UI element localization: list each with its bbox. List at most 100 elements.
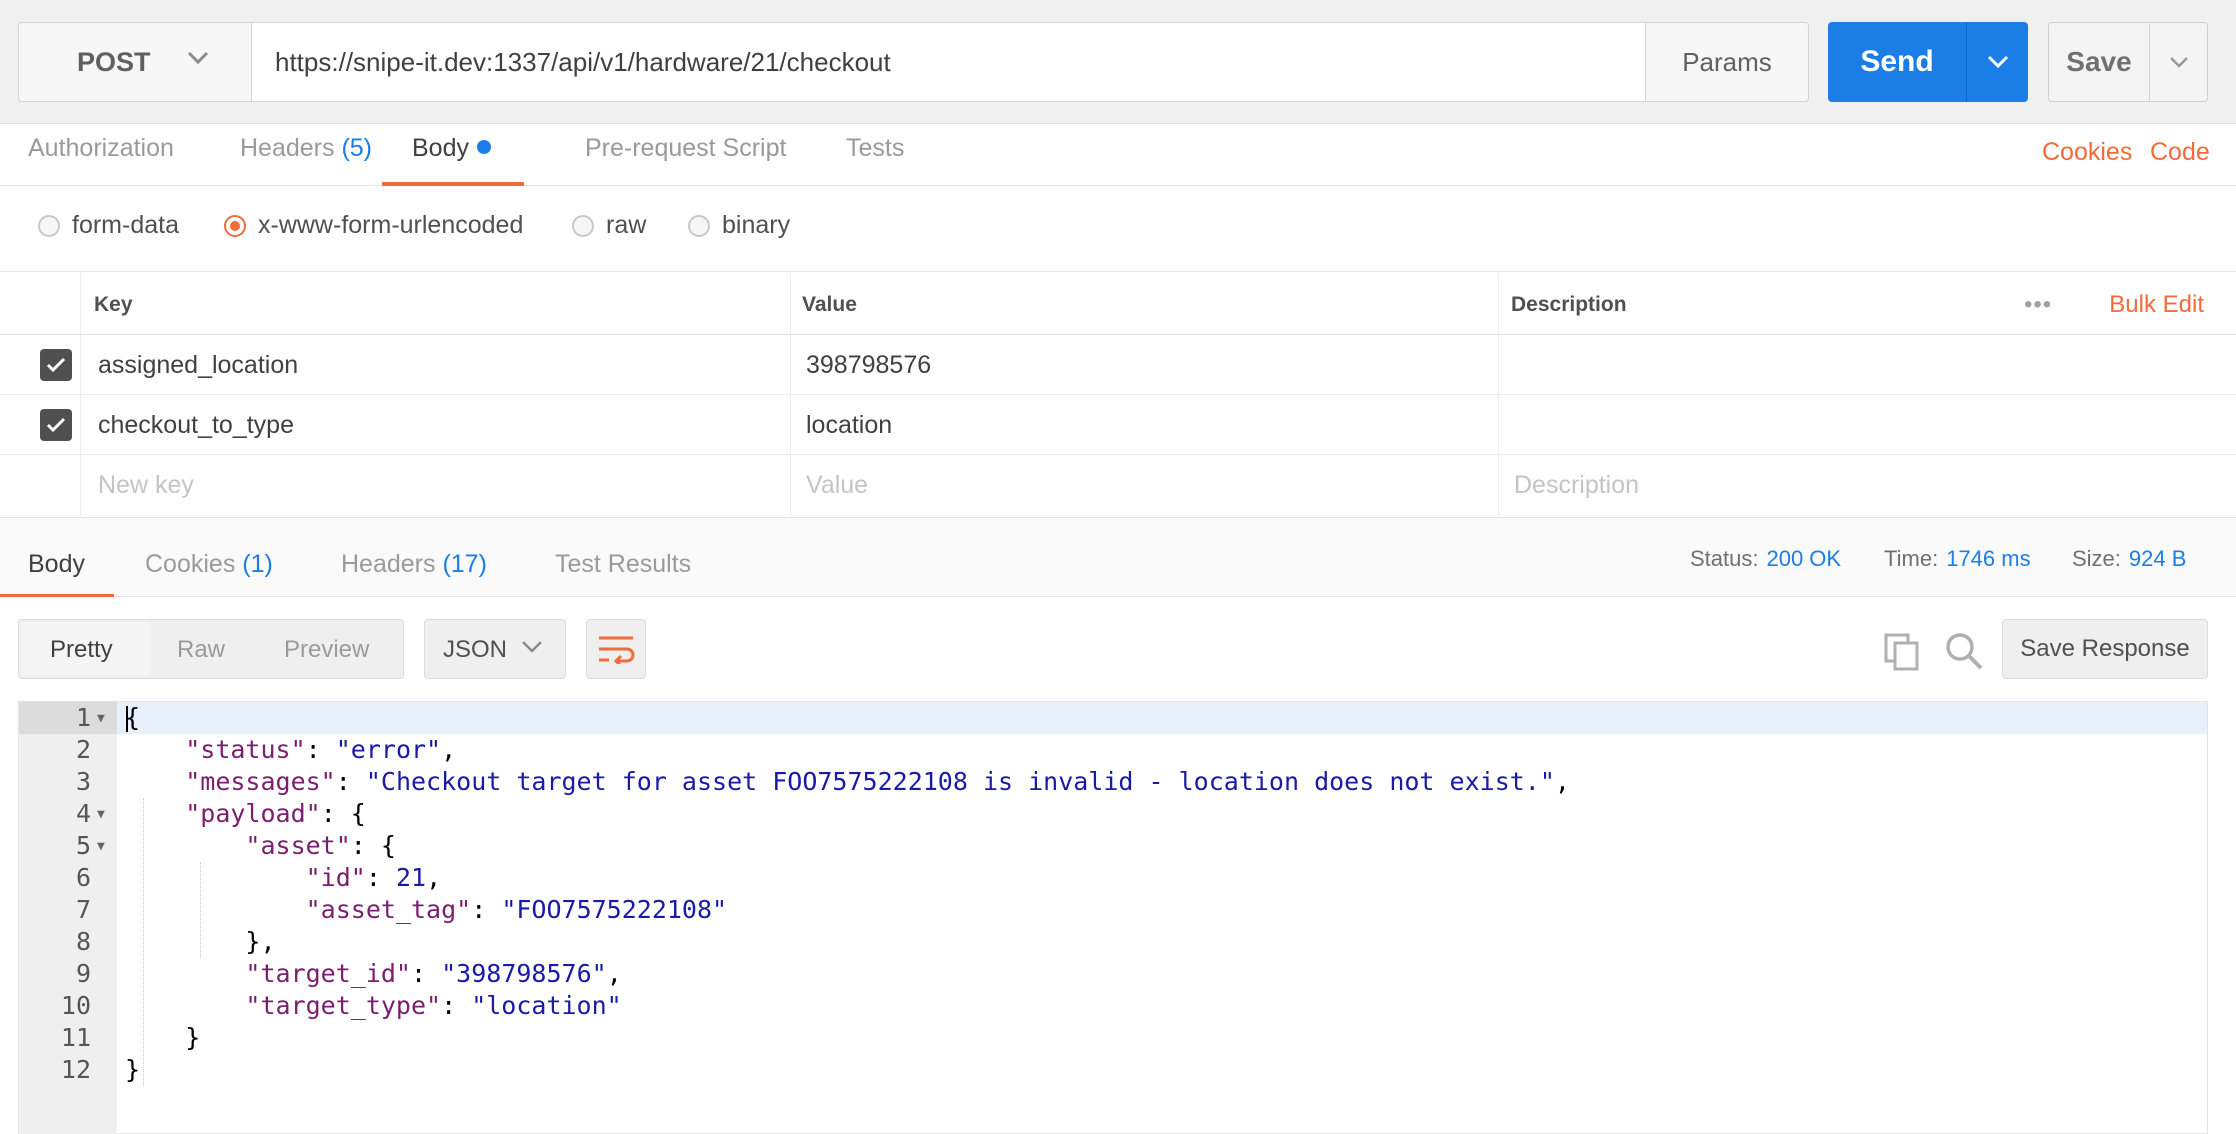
response-tabs: Body Cookies (1) Headers (17) Test Resul… <box>0 517 2236 598</box>
radio-form-data-label: form-data <box>72 211 179 239</box>
copy-icon[interactable] <box>1884 633 1920 671</box>
response-toolbar: Pretty Raw Preview JSON Save Response <box>0 597 2236 701</box>
tab-authorization[interactable]: Authorization <box>28 134 174 186</box>
resp-tab-body[interactable]: Body <box>0 550 114 598</box>
size-readout: Size: 924 B <box>2072 546 2186 572</box>
resp-tab-headers-label: Headers <box>341 550 436 578</box>
code-line: "messages": "Checkout target for asset F… <box>125 766 1570 798</box>
tab-body[interactable]: Body <box>382 134 524 186</box>
body-type-selector: form-data x-www-form-urlencoded raw bina… <box>0 187 2236 272</box>
line-number: 9 <box>75 959 91 988</box>
resp-tab-cookies[interactable]: Cookies (1) <box>145 550 273 598</box>
json-key: "asset_tag" <box>305 895 472 924</box>
line-number: 11 <box>60 1023 91 1052</box>
radio-urlencoded[interactable]: x-www-form-urlencoded <box>224 211 523 240</box>
brace: }, <box>125 927 276 956</box>
comma: , <box>1554 767 1570 796</box>
json-string: "FOO7575222108" <box>501 895 728 924</box>
view-raw-button[interactable]: Raw <box>177 636 225 664</box>
response-body-editor[interactable]: 1 2 3 4 5 6 7 8 9 10 11 12 ▼ ▼ ▼ { "stat… <box>18 701 2208 1134</box>
send-button[interactable]: Send <box>1828 22 2028 102</box>
wrap-lines-button[interactable] <box>586 619 646 679</box>
chevron-down-icon <box>187 51 209 65</box>
comma: , <box>606 959 622 988</box>
json-number: 21 <box>395 863 427 892</box>
new-value-input[interactable]: Value <box>806 471 868 500</box>
comma: , <box>441 735 457 764</box>
method-label: POST <box>77 46 151 77</box>
resp-tab-cookies-count: (1) <box>242 550 273 578</box>
brace: } <box>125 1055 141 1084</box>
cookies-link[interactable]: Cookies <box>2042 138 2132 167</box>
chevron-down-icon <box>522 641 542 653</box>
search-icon[interactable] <box>1944 631 1984 671</box>
url-input[interactable]: https://snipe-it.dev:1337/api/v1/hardwar… <box>251 22 1647 102</box>
resp-tab-headers[interactable]: Headers (17) <box>341 550 487 598</box>
view-pretty-button[interactable]: Pretty <box>50 636 113 664</box>
row-key[interactable]: checkout_to_type <box>98 411 294 440</box>
table-header: Key Value Description ••• Bulk Edit <box>0 273 2236 335</box>
line-number: 5 <box>75 831 91 860</box>
json-string: "location" <box>471 991 622 1020</box>
fold-arrow-icon[interactable]: ▼ <box>97 711 105 726</box>
code-line: "target_type": "location" <box>125 990 622 1022</box>
colon: : <box>365 863 396 892</box>
row-key[interactable]: assigned_location <box>98 351 298 380</box>
save-dropdown-button[interactable] <box>2150 23 2208 101</box>
tab-tests[interactable]: Tests <box>846 134 904 186</box>
time-readout: Time: 1746 ms <box>1884 546 2031 572</box>
fold-arrow-icon[interactable]: ▼ <box>97 807 105 822</box>
method-select[interactable]: POST <box>18 22 252 102</box>
send-dropdown-button[interactable] <box>1967 22 2028 102</box>
radio-raw[interactable]: raw <box>572 211 646 240</box>
resp-tab-test-results[interactable]: Test Results <box>555 550 691 598</box>
chevron-down-icon <box>1987 55 2008 69</box>
code-line: "payload": { <box>125 798 366 830</box>
col-key-header: Key <box>94 293 133 316</box>
tab-headers[interactable]: Headers (5) <box>240 134 372 186</box>
checkmark-icon <box>46 417 66 433</box>
tab-headers-label: Headers <box>240 134 335 162</box>
request-tabs: Authorization Headers (5) Body Pre-reque… <box>0 124 2236 186</box>
view-preview-button[interactable]: Preview <box>284 636 369 664</box>
save-button[interactable]: Save <box>2048 22 2208 102</box>
line-number: 4 <box>75 799 91 828</box>
json-code: { "status": "error", "messages": "Checko… <box>125 702 1570 1108</box>
params-button[interactable]: Params <box>1645 22 1809 102</box>
colon: : <box>471 895 502 924</box>
view-mode-segmented: Pretty Raw Preview <box>18 619 404 679</box>
new-key-input[interactable]: New key <box>98 471 194 500</box>
new-description-input[interactable]: Description <box>1514 471 1639 500</box>
line-number: 10 <box>60 991 91 1020</box>
colon: : <box>441 991 472 1020</box>
json-string: "Checkout target for asset FOO7575222108… <box>365 767 1555 796</box>
save-response-button[interactable]: Save Response <box>2002 619 2208 679</box>
more-options-icon[interactable]: ••• <box>2024 291 2052 319</box>
code-line: "status": "error", <box>125 734 456 766</box>
table-row: assigned_location 398798576 <box>0 335 2236 395</box>
colon: : { <box>320 799 366 828</box>
brace: { <box>125 703 141 732</box>
resp-tab-test-results-label: Test Results <box>555 550 692 578</box>
status-value: 200 OK <box>1766 546 1842 571</box>
resp-tab-body-label: Body <box>28 550 85 578</box>
row-enabled-checkbox[interactable] <box>40 349 72 381</box>
row-enabled-checkbox[interactable] <box>40 409 72 441</box>
code-link[interactable]: Code <box>2150 138 2210 167</box>
tab-prerequest-script[interactable]: Pre-request Script <box>585 134 786 186</box>
line-number: 3 <box>75 767 91 796</box>
status-readout: Status: 200 OK <box>1690 546 1841 572</box>
json-string: "398798576" <box>441 959 607 988</box>
radio-form-data[interactable]: form-data <box>38 211 179 240</box>
radio-circle <box>688 214 710 237</box>
radio-binary[interactable]: binary <box>688 211 790 240</box>
json-string: "error" <box>335 735 442 764</box>
bulk-edit-link[interactable]: Bulk Edit <box>2109 291 2204 319</box>
fold-arrow-icon[interactable]: ▼ <box>97 839 105 854</box>
line-number: 1 <box>75 703 91 732</box>
line-number: 6 <box>75 863 91 892</box>
format-select[interactable]: JSON <box>424 619 566 679</box>
row-value[interactable]: 398798576 <box>806 351 931 380</box>
json-key: "id" <box>305 863 366 892</box>
row-value[interactable]: location <box>806 411 892 440</box>
